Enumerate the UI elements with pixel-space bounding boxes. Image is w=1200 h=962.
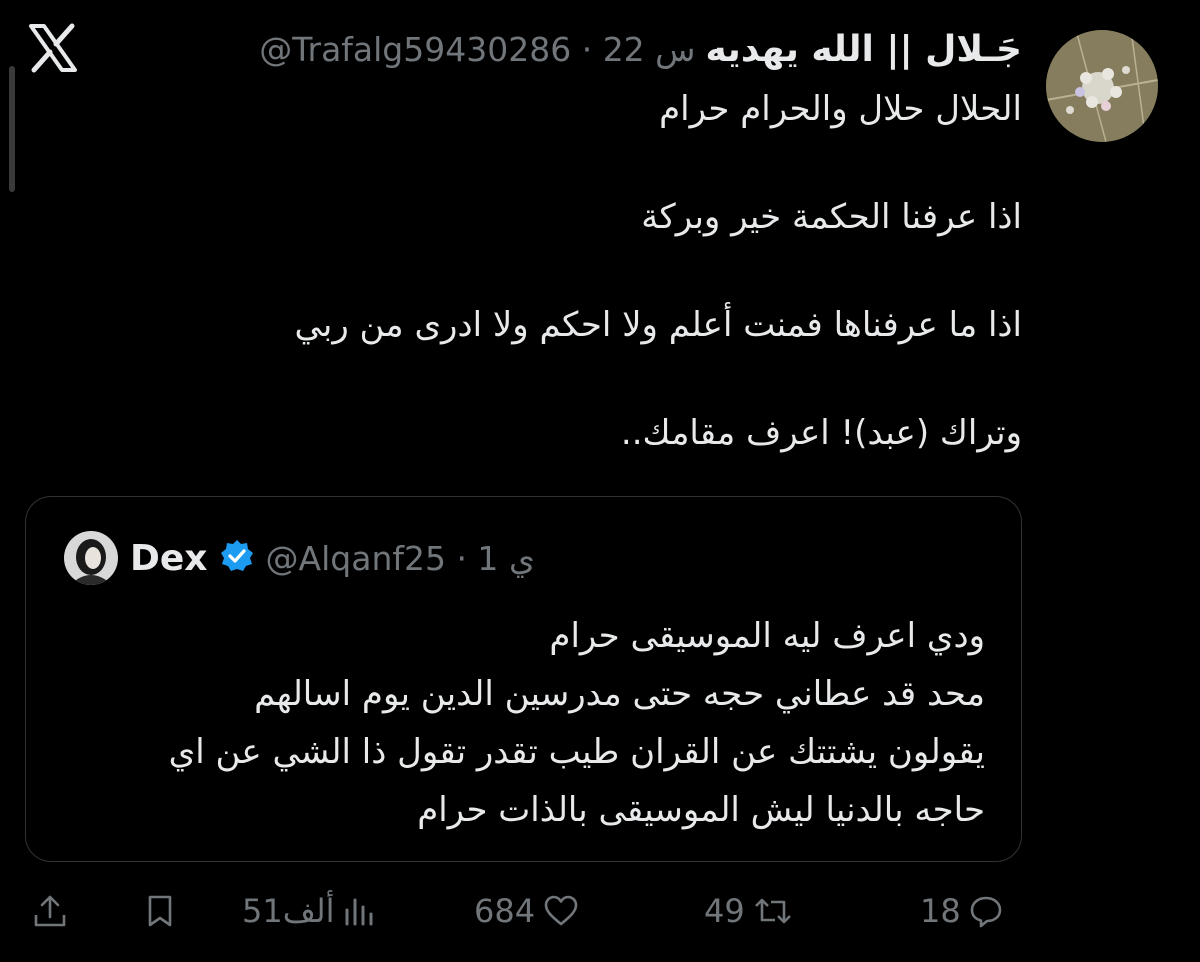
tweet-line (162, 244, 1022, 298)
quote-author-name[interactable]: Dex (130, 538, 208, 579)
verified-badge-icon (220, 539, 254, 577)
reply-count: 18 (920, 892, 961, 930)
author-handle-time[interactable]: @Trafalg59430286 · 22 س (259, 30, 695, 69)
x-logo-icon[interactable] (27, 22, 79, 74)
vertical-scrollbar[interactable] (9, 66, 15, 192)
views-count: 51ألف (242, 892, 335, 930)
repost-icon (753, 894, 793, 928)
quoted-tweet-card[interactable]: Dex @Alqanf25 · 1 ي ودي اعرف ليه الموسيق… (25, 496, 1022, 862)
tweet-line (162, 352, 1022, 406)
tweet-header: جَـلال || الله يهديه @Trafalg59430286 · … (259, 26, 1022, 72)
bookmark-icon (142, 893, 178, 929)
reply-button[interactable]: 18 (920, 880, 1003, 942)
quote-header: Dex @Alqanf25 · 1 ي (64, 529, 535, 587)
like-button[interactable]: 684 (474, 880, 579, 942)
share-icon (32, 893, 68, 929)
tweet-text: الحلال حلال والحرام حرام اذا عرفنا الحكم… (162, 82, 1022, 460)
repost-count: 49 (704, 892, 745, 930)
tweet-line: اذا عرفنا الحكمة خير وبركة (641, 197, 1022, 237)
quote-line: ودي اعرف ليه الموسيقى حرام (549, 616, 985, 656)
views-button[interactable]: 51ألف (242, 880, 376, 942)
author-name[interactable]: جَـلال || الله يهديه (705, 29, 1022, 70)
tweet-line (162, 136, 1022, 190)
quote-author-handle-time[interactable]: @Alqanf25 · 1 ي (266, 539, 535, 578)
reply-icon (969, 894, 1003, 928)
tweet-line: وتراك (عبد)! اعرف مقامك.. (620, 413, 1022, 453)
quote-line: يقولون يشتتك عن القران طيب تقدر تقول ذا … (168, 732, 985, 772)
quote-line: حاجه بالدنيا ليش الموسيقى بالذات حرام (417, 790, 985, 830)
views-icon (342, 894, 376, 928)
share-button[interactable] (32, 880, 68, 942)
quote-text: ودي اعرف ليه الموسيقى حرام محد قد عطاني … (55, 607, 985, 839)
author-avatar[interactable] (1046, 30, 1158, 142)
like-count: 684 (474, 892, 536, 930)
action-bar: 18 49 684 51ألف (0, 880, 1200, 942)
quote-author-avatar[interactable] (64, 531, 118, 585)
tweet-line: اذا ما عرفناها فمنت أعلم ولا احكم ولا اد… (294, 305, 1022, 345)
repost-button[interactable]: 49 (704, 880, 793, 942)
quote-line: محد قد عطاني حجه حتى مدرسين الدين يوم اس… (254, 674, 985, 714)
tweet-line: الحلال حلال والحرام حرام (659, 89, 1022, 129)
like-icon (543, 894, 579, 928)
bookmark-button[interactable] (142, 880, 178, 942)
